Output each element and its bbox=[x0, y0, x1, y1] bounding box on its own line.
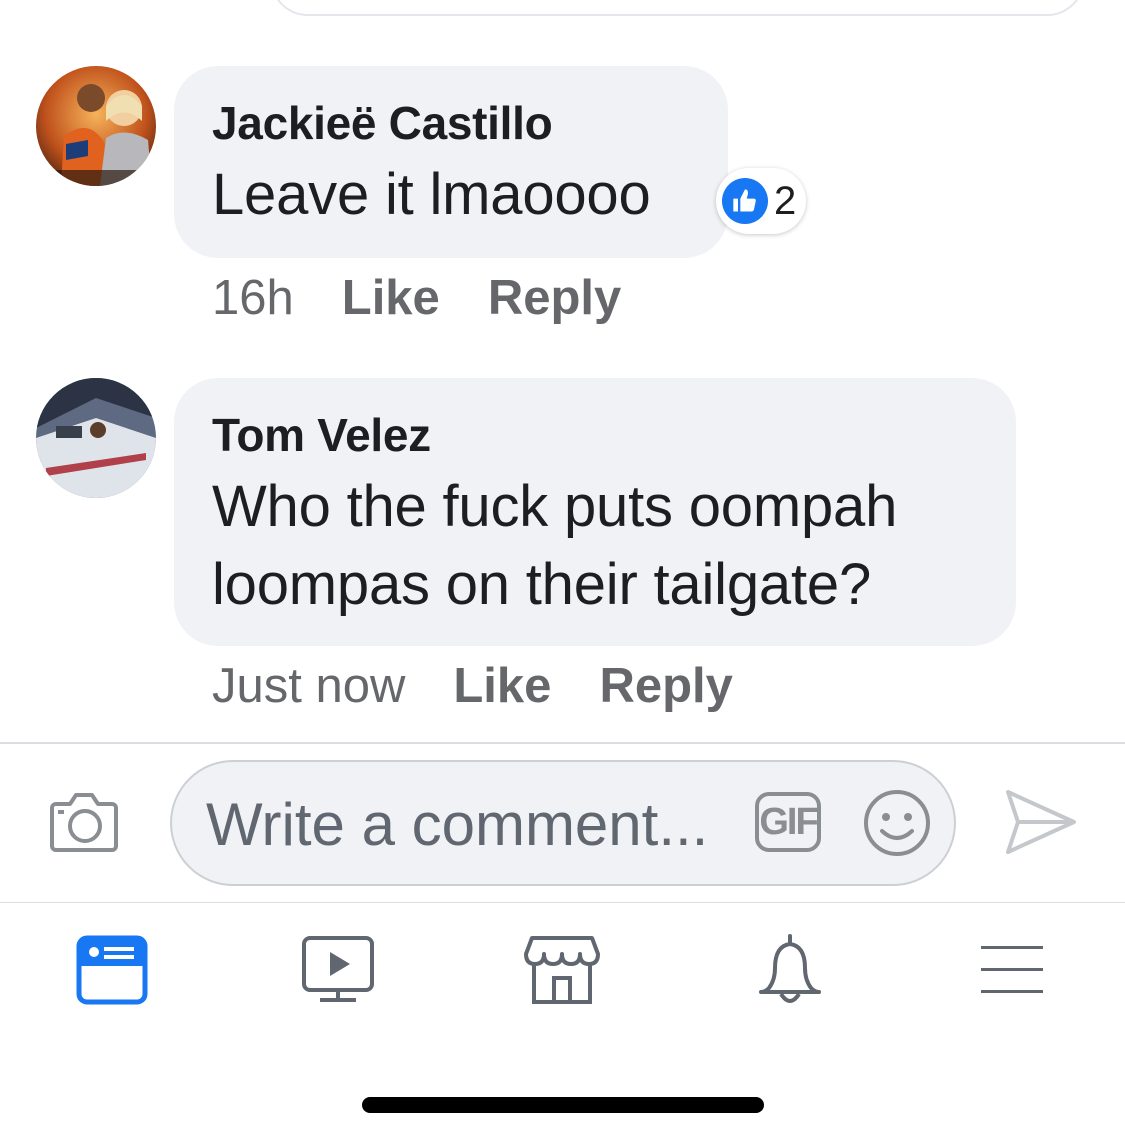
comment-bubble[interactable]: Tom Velez Who the fuck puts oompah loomp… bbox=[174, 378, 1016, 646]
news-feed-icon bbox=[76, 935, 148, 1005]
nav-watch[interactable] bbox=[298, 930, 378, 1010]
nav-news-feed[interactable] bbox=[72, 930, 152, 1010]
marketplace-icon bbox=[524, 936, 600, 1004]
comment-author[interactable]: Jackieë Castillo bbox=[212, 96, 692, 150]
divider bbox=[0, 902, 1125, 903]
avatar[interactable] bbox=[36, 378, 156, 498]
like-button[interactable]: Like bbox=[342, 271, 440, 325]
reaction-summary[interactable]: 2 bbox=[716, 168, 807, 234]
comment-author[interactable]: Tom Velez bbox=[212, 408, 980, 462]
home-indicator[interactable] bbox=[362, 1097, 764, 1113]
comment-text-line: loompas on their tailgate? bbox=[212, 552, 871, 617]
previous-comment-bubble bbox=[270, 0, 1085, 16]
comment-composer[interactable]: GIF bbox=[170, 760, 956, 886]
comment-text: Leave it lmaoooo bbox=[212, 162, 651, 227]
menu-icon bbox=[981, 946, 1043, 993]
nav-notifications[interactable] bbox=[750, 930, 830, 1010]
nav-marketplace[interactable] bbox=[522, 930, 602, 1010]
nav-menu[interactable] bbox=[972, 930, 1052, 1010]
comment-input[interactable] bbox=[206, 782, 726, 866]
divider bbox=[0, 742, 1125, 744]
reply-button[interactable]: Reply bbox=[488, 271, 621, 325]
like-button[interactable]: Like bbox=[453, 659, 551, 713]
bell-icon bbox=[759, 934, 821, 1003]
watch-icon bbox=[302, 936, 374, 1002]
camera-icon[interactable] bbox=[48, 790, 120, 861]
thumbs-up-icon bbox=[722, 178, 768, 224]
reaction-count: 2 bbox=[774, 178, 797, 223]
gif-icon[interactable]: GIF bbox=[755, 792, 821, 852]
emoji-icon[interactable] bbox=[862, 788, 932, 863]
avatar[interactable] bbox=[36, 66, 156, 186]
comment-timestamp: Just now bbox=[212, 659, 406, 713]
comment-text-line: Who the fuck puts oompah bbox=[212, 474, 898, 539]
comment-timestamp: 16h bbox=[212, 271, 294, 325]
gif-label: GIF bbox=[759, 800, 818, 843]
send-icon[interactable] bbox=[1004, 788, 1078, 861]
comment-actions: 16h Like Reply bbox=[212, 268, 669, 328]
reply-button[interactable]: Reply bbox=[599, 659, 732, 713]
comment-bubble[interactable]: Jackieë Castillo Leave it lmaoooo bbox=[174, 66, 728, 258]
comment-actions: Just now Like Reply bbox=[212, 656, 781, 716]
